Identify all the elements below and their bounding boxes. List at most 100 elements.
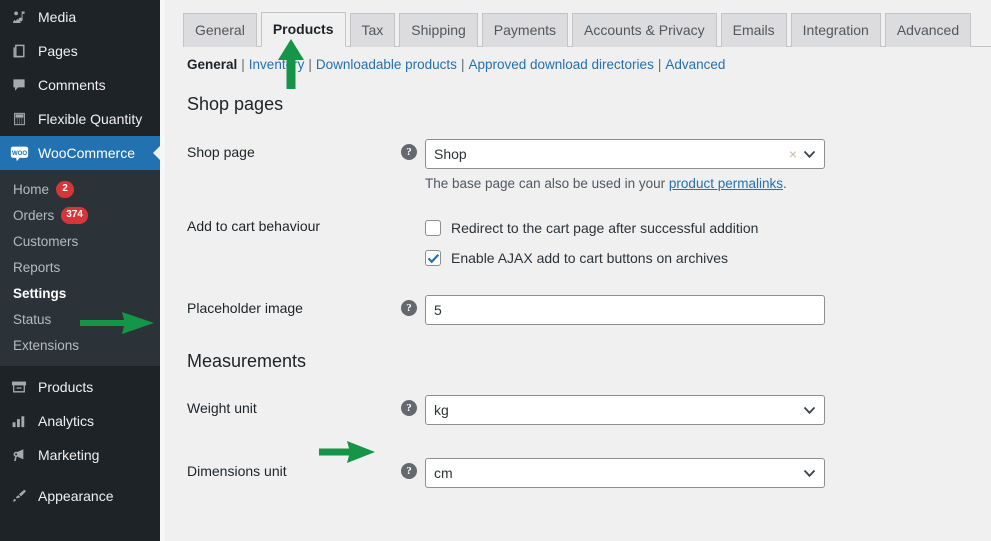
dimensions-unit-select[interactable]: cm [425, 458, 825, 488]
subnav-separator: | [241, 57, 245, 72]
tab-advanced[interactable]: Advanced [884, 13, 972, 47]
label-add-to-cart-behaviour: Add to cart behaviour [187, 218, 321, 234]
sidebar-item-media[interactable]: Media [0, 0, 160, 34]
tab-shipping[interactable]: Shipping [399, 13, 478, 47]
submenu-item-extensions[interactable]: Extensions [0, 332, 160, 358]
appearance-icon [9, 486, 29, 506]
subnav-downloadable-products[interactable]: Downloadable products [316, 57, 457, 72]
sidebar-item-label: Products [38, 379, 94, 395]
weight-unit-value: kg [434, 402, 449, 418]
home-badge: 2 [56, 180, 75, 198]
submenu-item-label: Customers [13, 233, 79, 249]
submenu-item-orders[interactable]: Orders 374 [0, 202, 160, 228]
tab-payments[interactable]: Payments [481, 13, 569, 47]
product-permalinks-link[interactable]: product permalinks [669, 176, 783, 191]
field-placeholder-image: 5 [425, 295, 991, 325]
placeholder-image-input[interactable]: 5 [425, 295, 825, 325]
field-weight-unit: kg [425, 395, 991, 425]
sidebar-item-comments[interactable]: Comments [0, 68, 160, 102]
label-dimensions-unit: Dimensions unit [187, 463, 287, 479]
calculator-icon [9, 109, 29, 129]
sidebar-item-pages[interactable]: Pages [0, 34, 160, 68]
subnav-general[interactable]: General [187, 57, 237, 72]
field-dimensions-unit: cm [425, 458, 991, 488]
sidebar-item-woocommerce[interactable]: WOO WooCommerce [0, 136, 160, 170]
sidebar-item-label: Flexible Quantity [38, 111, 143, 127]
help-icon[interactable]: ? [401, 144, 417, 160]
submenu-item-label: Extensions [13, 337, 80, 353]
settings-content: General Products Tax Shipping Payments A… [165, 0, 991, 541]
tab-emails[interactable]: Emails [720, 13, 787, 47]
label-placeholder-image: Placeholder image [187, 300, 303, 316]
tab-tax[interactable]: Tax [349, 13, 396, 47]
row-add-to-cart-behaviour: Add to cart behaviour ? Redirect to the … [183, 213, 991, 273]
submenu-item-label: Home [13, 181, 50, 197]
sidebar-item-analytics[interactable]: Analytics [0, 404, 160, 438]
help-icon[interactable]: ? [401, 300, 417, 316]
subnav-separator: | [460, 57, 465, 72]
checkbox-row-ajax[interactable]: Enable AJAX add to cart buttons on archi… [425, 243, 991, 273]
marketing-icon [9, 445, 29, 465]
tab-accounts-privacy[interactable]: Accounts & Privacy [572, 13, 717, 47]
sidebar-item-flexible-quantity[interactable]: Flexible Quantity [0, 102, 160, 136]
enable-ajax-label: Enable AJAX add to cart buttons on archi… [451, 250, 729, 266]
submenu-item-customers[interactable]: Customers [0, 228, 160, 254]
sidebar-item-marketing[interactable]: Marketing [0, 438, 160, 472]
section-title-shop-pages: Shop pages [187, 94, 284, 114]
shop-page-value: Shop [434, 146, 467, 162]
subnav-approved-download-directories[interactable]: Approved download directories [468, 57, 653, 72]
section-title-measurements: Measurements [187, 351, 307, 371]
tab-general[interactable]: General [183, 13, 257, 47]
row-placeholder-image: Placeholder image ? 5 [183, 295, 991, 329]
label-weight-unit: Weight unit [187, 400, 257, 416]
tab-integration[interactable]: Integration [790, 13, 881, 47]
admin-sidebar: Media Pages Comments Flexible Quantity W… [0, 0, 160, 541]
sidebar-item-products[interactable]: Products [0, 370, 160, 404]
label-shop-page: Shop page [187, 144, 255, 160]
settings-subnav: General | Inventory | Downloadable produ… [183, 47, 991, 76]
subnav-inventory[interactable]: Inventory [249, 57, 305, 72]
analytics-icon [9, 411, 29, 431]
weight-unit-select[interactable]: kg [425, 395, 825, 425]
helper-prefix: The base page can also be used in your [425, 176, 669, 191]
submenu-item-label: Settings [13, 285, 67, 301]
clear-icon[interactable]: × [789, 146, 803, 162]
placeholder-image-value: 5 [434, 302, 442, 318]
submenu-item-label: Reports [13, 259, 61, 275]
submenu-item-reports[interactable]: Reports [0, 254, 160, 280]
submenu-item-status[interactable]: Status [0, 306, 160, 332]
redirect-to-cart-label: Redirect to the cart page after successf… [451, 220, 759, 236]
enable-ajax-checkbox[interactable] [425, 250, 441, 266]
chevron-down-icon[interactable] [803, 469, 816, 478]
admin-screen: Media Pages Comments Flexible Quantity W… [0, 0, 991, 541]
submenu-item-home[interactable]: Home 2 [0, 176, 160, 202]
subnav-separator: | [308, 57, 312, 72]
shop-page-select[interactable]: Shop × [425, 139, 825, 169]
comments-icon [9, 75, 29, 95]
row-dimensions-unit: Dimensions unit ? cm [183, 458, 991, 492]
submenu-item-label: Orders [13, 207, 55, 223]
chevron-down-icon[interactable] [803, 406, 816, 415]
woocommerce-icon: WOO [9, 143, 29, 163]
sidebar-item-appearance[interactable]: Appearance [0, 479, 160, 513]
chevron-down-icon[interactable] [803, 150, 816, 159]
sidebar-item-label: Marketing [38, 447, 100, 463]
sidebar-item-label: Appearance [38, 488, 114, 504]
dimensions-unit-value: cm [434, 465, 453, 481]
pages-icon [9, 41, 29, 61]
checkbox-row-redirect[interactable]: Redirect to the cart page after successf… [425, 213, 991, 243]
help-icon[interactable]: ? [401, 400, 417, 416]
svg-text:WOO: WOO [11, 150, 26, 156]
settings-tabs: General Products Tax Shipping Payments A… [183, 0, 991, 47]
tab-products[interactable]: Products [260, 12, 346, 47]
current-item-pointer [153, 145, 160, 161]
helper-suffix: . [782, 176, 787, 191]
submenu-item-settings[interactable]: Settings [0, 280, 160, 306]
sidebar-item-label: WooCommerce [38, 145, 135, 161]
subnav-advanced[interactable]: Advanced [665, 57, 725, 72]
submenu-item-label: Status [13, 311, 52, 327]
row-shop-page: Shop page ? Shop × The base page can als… [183, 139, 991, 191]
redirect-to-cart-checkbox[interactable] [425, 220, 441, 236]
field-add-to-cart-behaviour: Redirect to the cart page after successf… [425, 213, 991, 273]
help-icon[interactable]: ? [401, 463, 417, 479]
